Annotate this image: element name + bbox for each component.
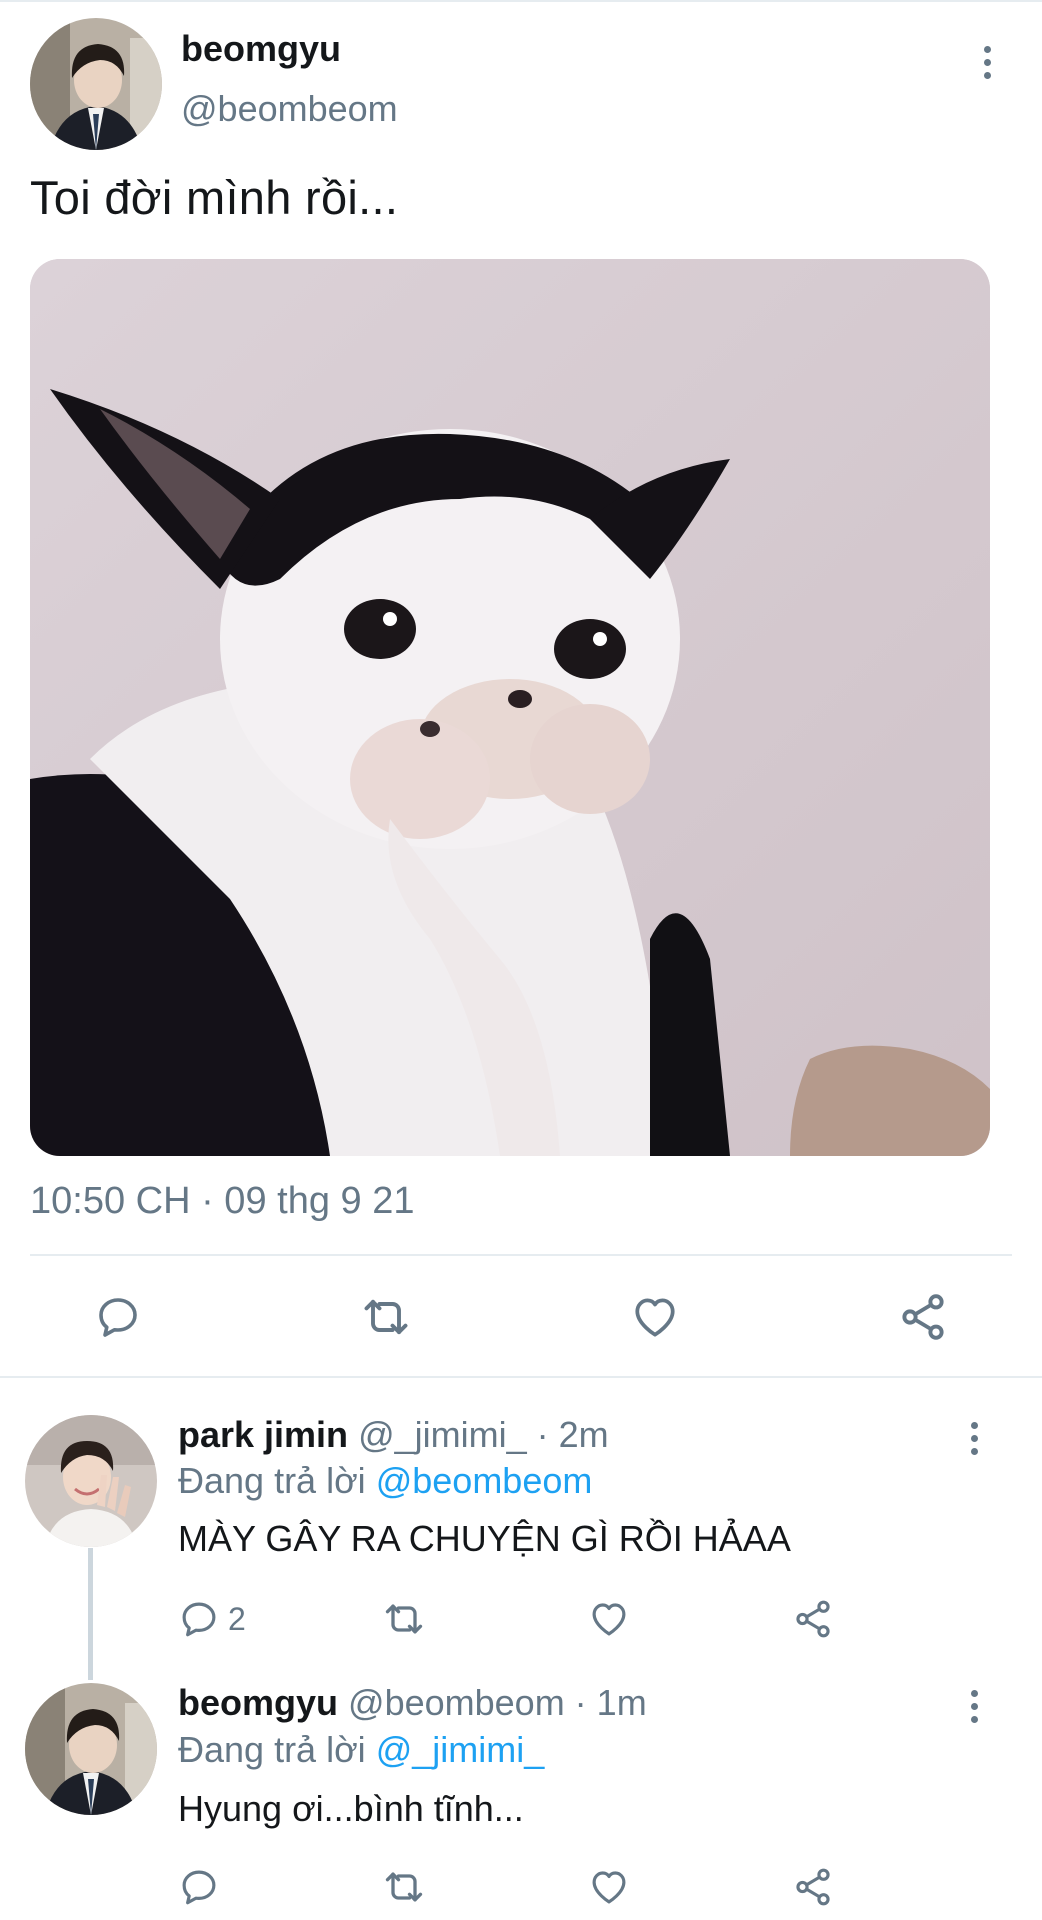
- top-divider: [0, 0, 1042, 2]
- main-tweet-display-name[interactable]: beomgyu: [181, 28, 341, 70]
- reply-share-button[interactable]: [792, 1594, 834, 1644]
- retweet-button[interactable]: [356, 1287, 416, 1347]
- reply-more-button[interactable]: [959, 1408, 989, 1468]
- reply-icon: [182, 1870, 216, 1905]
- retweet-icon: [364, 1299, 408, 1335]
- reply-button[interactable]: [88, 1287, 148, 1347]
- retweet-icon: [385, 1872, 423, 1902]
- reply-text: Hyung ơi...bình tĩnh...: [178, 1788, 524, 1829]
- tweet-media-image[interactable]: [30, 259, 990, 1156]
- main-tweet-timestamp: 10:50 CH · 09 thg 9 21: [30, 1180, 415, 1222]
- reply-avatar[interactable]: [25, 1683, 157, 1815]
- main-tweet-avatar[interactable]: [30, 18, 162, 150]
- share-button[interactable]: [893, 1287, 953, 1347]
- share-icon: [796, 1600, 830, 1638]
- replying-to-label: Đang trả lời: [178, 1729, 366, 1770]
- section-divider: [0, 1376, 1042, 1378]
- reply-reply-button[interactable]: 2: [178, 1594, 246, 1644]
- tweet-divider: [30, 1254, 1012, 1256]
- reply-reply-button[interactable]: [178, 1862, 220, 1912]
- like-button[interactable]: [625, 1287, 685, 1347]
- like-icon: [635, 1298, 675, 1337]
- replying-to: Đang trả lời @_jimimi_: [178, 1729, 544, 1771]
- like-icon: [592, 1603, 626, 1636]
- reply-more-button[interactable]: [959, 1676, 989, 1736]
- replying-to: Đang trả lời @beombeom: [178, 1460, 592, 1502]
- reply-retweet-button[interactable]: [382, 1594, 426, 1644]
- reply-retweet-button[interactable]: [382, 1862, 426, 1912]
- replying-to-label: Đang trả lời: [178, 1460, 366, 1501]
- reply-text: MÀY GÂY RA CHUYỆN GÌ RỒI HẢAA: [178, 1518, 791, 1559]
- more-vertical-icon: [970, 1689, 978, 1697]
- reply-handle-time[interactable]: @_jimimi_ · 2m: [358, 1414, 609, 1455]
- reply-display-name[interactable]: beomgyu: [178, 1682, 338, 1723]
- share-icon: [796, 1868, 830, 1906]
- reply-count: 2: [228, 1600, 246, 1637]
- main-tweet-text: Toi đời mình rồi...: [30, 171, 399, 224]
- more-vertical-icon: [970, 1421, 978, 1429]
- reply-avatar[interactable]: [25, 1415, 157, 1547]
- reply-icon: [182, 1602, 216, 1637]
- share-icon: [902, 1294, 944, 1340]
- reply-handle-time[interactable]: @beombeom · 1m: [348, 1682, 647, 1723]
- like-icon: [592, 1871, 626, 1904]
- reply-header: beomgyu @beombeom · 1m: [178, 1682, 647, 1724]
- reply-like-button[interactable]: [588, 1594, 630, 1644]
- replying-to-mention[interactable]: @_jimimi_: [376, 1729, 545, 1770]
- thread-connector-line: [88, 1548, 93, 1680]
- main-tweet-handle[interactable]: @beombeom: [181, 88, 398, 130]
- reply-header: park jimin @_jimimi_ · 2m: [178, 1414, 609, 1456]
- reply-share-button[interactable]: [792, 1862, 834, 1912]
- reply-icon: [99, 1298, 137, 1337]
- more-vertical-icon: [983, 45, 991, 53]
- reply-display-name[interactable]: park jimin: [178, 1414, 348, 1455]
- reply-like-button[interactable]: [588, 1862, 630, 1912]
- replying-to-mention[interactable]: @beombeom: [376, 1460, 593, 1501]
- main-tweet-more-button[interactable]: [972, 32, 1002, 92]
- retweet-icon: [385, 1604, 423, 1634]
